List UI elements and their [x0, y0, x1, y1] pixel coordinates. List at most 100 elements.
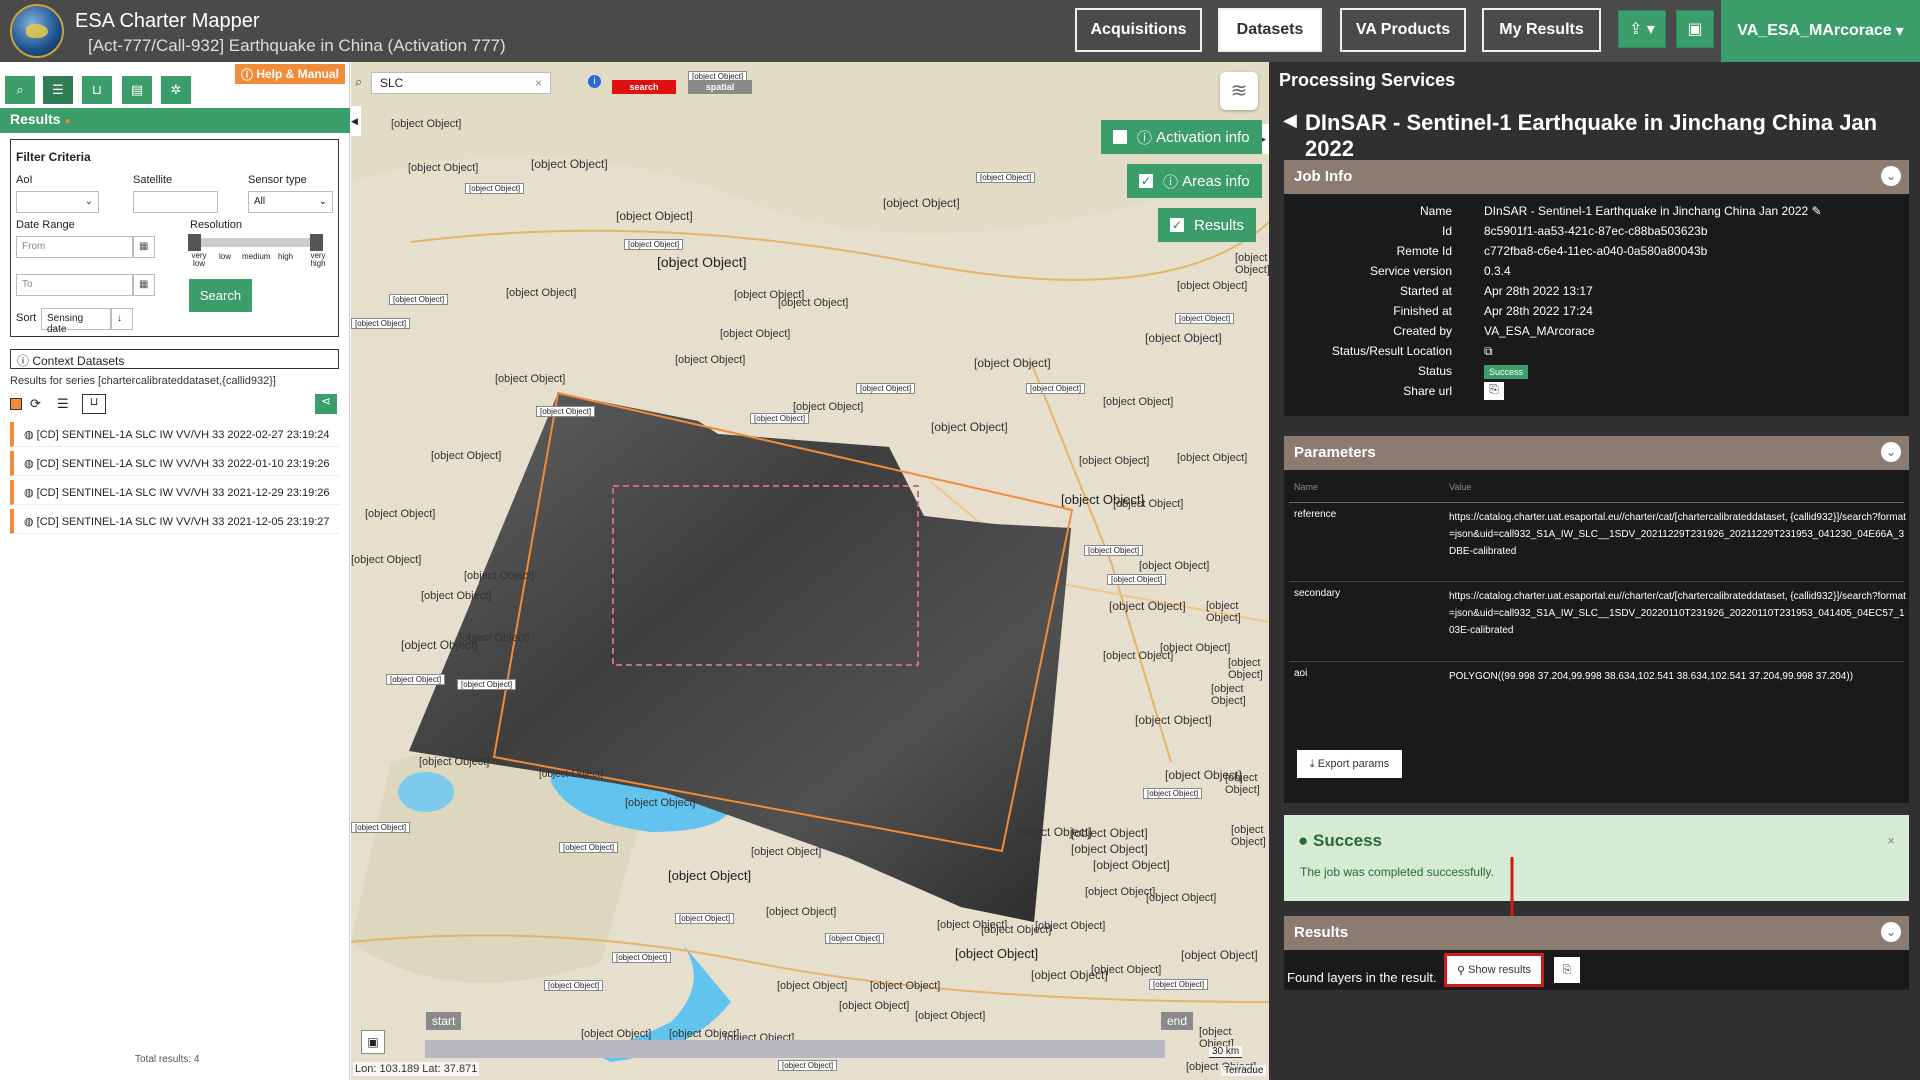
chevron-down-icon: ⌄	[318, 196, 327, 207]
nav-acquisitions[interactable]: Acquisitions	[1075, 8, 1202, 52]
results-layer-button[interactable]: ✓ Results	[1158, 208, 1257, 242]
place-label: [object Object]	[777, 980, 848, 992]
list-item[interactable]: ◍ [CD] SENTINEL-1A SLC IW VV/VH 33 2022-…	[10, 422, 340, 447]
place-label: [object Object]	[421, 590, 492, 602]
res-label-very-high: very high	[310, 251, 326, 268]
timeline-toggle-icon[interactable]: ▣	[361, 1030, 385, 1054]
remote-id-value: c772fba8-c6e4-11ec-a040-0a580a80043b	[1484, 244, 1708, 258]
place-label: [object Object]	[1079, 455, 1150, 467]
aoi-select[interactable]: ⌄	[16, 191, 99, 213]
external-link-icon[interactable]: ⧉	[1484, 344, 1493, 359]
timeline-end[interactable]: end	[1161, 1012, 1194, 1030]
nav-datasets[interactable]: Datasets	[1218, 8, 1322, 52]
select-all-checkbox[interactable]	[10, 398, 22, 410]
context-datasets-toggle[interactable]: ⓘ Context Datasets	[10, 349, 339, 369]
help-manual-button[interactable]: ⓘ Help & Manual	[235, 64, 345, 84]
areas-info-button[interactable]: ✓ ⓘ Areas info	[1127, 164, 1262, 198]
place-label: [object Object]	[365, 508, 436, 520]
activation-info-button[interactable]: ⓘ Activation info	[1101, 120, 1262, 154]
chevron-down-icon[interactable]: ⌄	[1881, 922, 1901, 942]
arrow-down-icon: ↓	[117, 313, 122, 324]
spatial-mode-button[interactable]: spatial	[688, 80, 752, 94]
checkbox-checked[interactable]: ✓	[1170, 218, 1184, 232]
place-label: [object Object]	[675, 354, 746, 366]
place-label: [object Object]	[839, 1000, 910, 1012]
place-label: [object Object]	[931, 420, 1008, 434]
place-label: [object Object]	[495, 373, 566, 385]
map-search-input[interactable]: SLC ×	[371, 72, 551, 94]
list-item[interactable]: ◍ [CD] SENTINEL-1A SLC IW VV/VH 33 2021-…	[10, 509, 340, 534]
results-header[interactable]: Results ⌄	[1284, 916, 1909, 950]
chevron-down-icon[interactable]: ⌄	[1881, 166, 1901, 186]
place-label: [object Object]	[506, 287, 577, 299]
show-results-button[interactable]: ⚲ Show results	[1444, 953, 1544, 987]
finished-at-value: Apr 28th 2022 17:24	[1484, 304, 1593, 318]
activation-title: [Act-777/Call-932] Earthquake in China (…	[88, 36, 506, 55]
map-view[interactable]: [object Object] [object Object] [object …	[351, 62, 1269, 1080]
info-icon[interactable]: i	[588, 75, 601, 88]
place-label: [object Object]	[766, 906, 837, 918]
satellite-input[interactable]	[133, 191, 218, 213]
collapse-left-icon[interactable]: ◀	[351, 106, 361, 136]
road-shield: [object Object]	[351, 318, 411, 329]
checkbox[interactable]	[1113, 130, 1127, 144]
search-mode-button[interactable]: search	[612, 80, 676, 94]
back-arrow-icon[interactable]: ◀	[1283, 110, 1297, 131]
basket-tool-button[interactable]: ⊔	[82, 76, 112, 104]
search-tool-button[interactable]: ⌕	[5, 76, 35, 104]
copy-results-button[interactable]: ⎘	[1554, 957, 1580, 983]
place-label: [object Object]	[974, 356, 1051, 370]
resolution-slider[interactable]	[188, 234, 323, 251]
sensor-type-select[interactable]: All ⌄	[248, 191, 333, 213]
road-shield: [object Object]	[778, 1060, 838, 1071]
nav-va-products[interactable]: VA Products	[1340, 8, 1466, 52]
calendar-from-button[interactable]: ▦	[133, 236, 155, 258]
briefcase-button[interactable]: ▣	[1676, 10, 1714, 48]
copy-icon: ⎘	[1562, 963, 1572, 976]
found-layers-text: Found layers in the result.	[1287, 970, 1437, 985]
slider-handle-max[interactable]	[310, 234, 323, 251]
refresh-icon[interactable]: ⟳	[30, 396, 41, 412]
layers-icon[interactable]: ≋	[1220, 72, 1258, 110]
checkbox-checked[interactable]: ✓	[1139, 174, 1153, 188]
list-item[interactable]: ◍ [CD] SENTINEL-1A SLC IW VV/VH 33 2021-…	[10, 480, 340, 505]
basket-icon: ⊔	[91, 82, 103, 97]
place-label: [object Object]	[351, 554, 422, 566]
clear-icon[interactable]: ×	[535, 76, 542, 90]
service-version-value: 0.3.4	[1484, 264, 1511, 278]
scale-bar: 30 km	[1209, 1046, 1243, 1058]
timeline-start[interactable]: start	[426, 1012, 462, 1030]
chevron-down-icon[interactable]: ⌄	[1881, 442, 1901, 462]
place-label: [object Object]	[1093, 858, 1170, 872]
close-icon[interactable]: ×	[1887, 833, 1895, 848]
road-shield: [object Object]	[536, 406, 596, 417]
settings-tool-button[interactable]: ✲	[161, 76, 191, 104]
calendar-to-button[interactable]: ▦	[133, 274, 155, 296]
list-item[interactable]: ◍ [CD] SENTINEL-1A SLC IW VV/VH 33 2022-…	[10, 451, 340, 476]
upload-dropdown-button[interactable]: ⇪ ▾	[1618, 10, 1666, 48]
copy-icon[interactable]: ⎘	[1484, 382, 1504, 400]
parameters-header[interactable]: Parameters ⌄	[1284, 436, 1909, 470]
results-header: Results ●	[0, 108, 350, 133]
list-view-icon[interactable]: ☰	[57, 396, 69, 412]
basket-icon[interactable]: ⊔	[82, 394, 106, 414]
list-tool-button[interactable]: ☰	[43, 76, 73, 104]
place-label: [object Object]	[1103, 396, 1174, 408]
archive-tool-button[interactable]: ▤	[122, 76, 152, 104]
job-info-header[interactable]: Job Info ⌄	[1284, 160, 1909, 194]
alert-title: Success	[1313, 831, 1382, 850]
sort-direction-button[interactable]: ↓	[111, 308, 133, 330]
to-date-input[interactable]: To	[16, 274, 133, 296]
slider-handle-min[interactable]	[188, 234, 201, 251]
user-menu[interactable]: VA_ESA_MArcorace ▾	[1721, 0, 1920, 62]
place-label: [object Object]	[778, 297, 849, 309]
search-button[interactable]: Search	[189, 279, 252, 312]
from-date-input[interactable]: From	[16, 236, 133, 258]
share-icon[interactable]: ⋖	[315, 394, 337, 414]
place-label: [object Object]	[1177, 452, 1248, 464]
table-row: aoi POLYGON((99.998 37.204,99.998 38.634…	[1294, 668, 1854, 682]
timeline-bar[interactable]	[425, 1040, 1165, 1058]
nav-my-results[interactable]: My Results	[1482, 8, 1601, 52]
export-params-button[interactable]: ⤓ Export params	[1297, 750, 1402, 778]
sort-select[interactable]: Sensing date	[41, 308, 111, 335]
